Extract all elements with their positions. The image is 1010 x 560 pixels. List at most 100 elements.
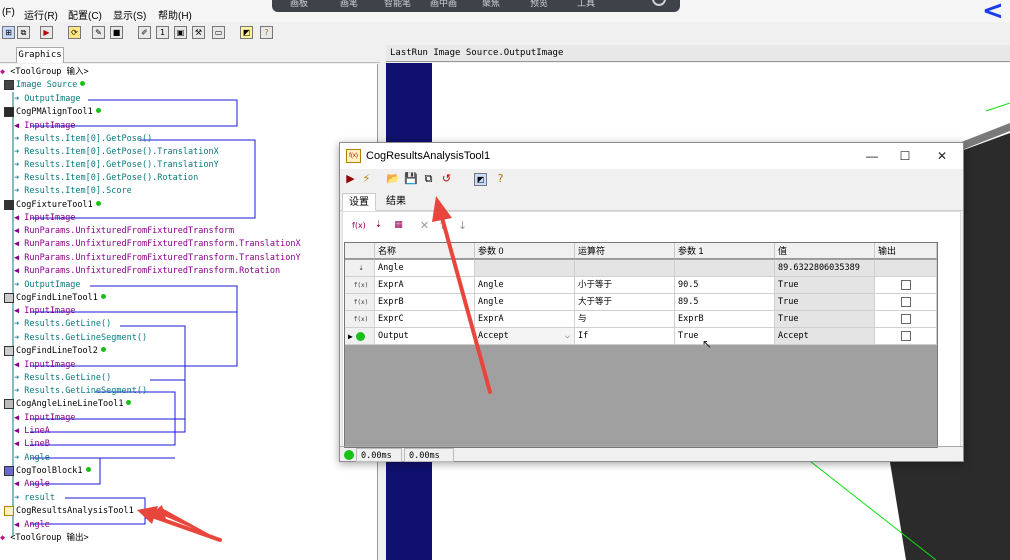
tree-terminal-out[interactable]: ➜ Angle xyxy=(14,452,50,465)
tree-findline2[interactable]: CogFindLineTool2 xyxy=(4,345,106,358)
save-icon[interactable]: 💾 xyxy=(404,173,418,186)
tree-terminal-in[interactable]: ◀ InputImage xyxy=(14,412,75,425)
help-icon[interactable]: ? xyxy=(260,26,273,39)
output-checkbox[interactable] xyxy=(901,314,911,324)
add-input-icon[interactable]: f(x) xyxy=(352,220,366,233)
move-up-icon[interactable]: ↑ xyxy=(436,220,449,233)
tree-angleline[interactable]: CogAngleLineLineTool1 xyxy=(4,398,132,411)
graphics-icon[interactable]: ◩ xyxy=(240,26,253,39)
grid-cell-param0[interactable]: Angle xyxy=(475,294,575,311)
grid-cell-operator[interactable]: 小于等于 xyxy=(575,277,675,294)
grid-cell-name[interactable]: ExprC xyxy=(375,311,475,328)
tree-root-input[interactable]: ◆ <ToolGroup 输入> xyxy=(0,66,89,79)
display-icon[interactable]: ▭ xyxy=(212,26,225,39)
record-icon[interactable] xyxy=(652,0,666,6)
add-expression-icon[interactable]: ⇣ xyxy=(372,220,385,233)
tree-terminal-out[interactable]: ➜ OutputImage xyxy=(14,279,81,292)
delete-icon[interactable]: ✕ xyxy=(418,220,431,233)
float-item[interactable]: 智能笔 xyxy=(384,0,411,9)
terminals-icon[interactable]: ⧉ xyxy=(422,173,435,186)
reset-icon[interactable]: ↺ xyxy=(440,173,453,186)
tree-terminal-in[interactable]: ◀ Angle xyxy=(14,519,50,532)
tree-findline1[interactable]: CogFindLineTool1 xyxy=(4,292,106,305)
tree-results-analysis[interactable]: CogResultsAnalysisTool1 xyxy=(4,505,134,518)
tree-terminal-out[interactable]: ➜ OutputImage xyxy=(14,93,81,106)
minimize-button[interactable]: — xyxy=(862,147,882,165)
grid-cell-name[interactable]: Angle xyxy=(375,260,475,277)
float-item[interactable]: 工具 xyxy=(577,0,595,9)
run-continuous-icon[interactable]: ⟳ xyxy=(68,26,81,39)
add-output-icon[interactable]: ▦ xyxy=(392,220,405,233)
float-item[interactable]: 画笔 xyxy=(340,0,358,9)
tree-terminal-in[interactable]: ◀ InputImage xyxy=(14,212,75,225)
tab-settings[interactable]: 设置 xyxy=(342,193,376,211)
grid-cell-param1[interactable]: 89.5 xyxy=(675,294,775,311)
grid-cell-param0[interactable]: ExprA xyxy=(475,311,575,328)
image-icon[interactable]: ▣ xyxy=(174,26,187,39)
tree-terminal-out[interactable]: ➜ Results.Item[0].GetPose().Rotation xyxy=(14,172,198,185)
float-item[interactable]: 画中画 xyxy=(430,0,457,9)
tree-terminal-in[interactable]: ◀ RunParams.UnfixturedFromFixturedTransf… xyxy=(14,252,301,265)
grid-cell-param1[interactable]: 90.5 xyxy=(675,277,775,294)
tree-image-source[interactable]: Image Source xyxy=(4,79,86,92)
help-icon[interactable]: ? xyxy=(494,173,507,186)
menu-config[interactable]: 配置(C) xyxy=(68,7,102,22)
run-icon[interactable]: ▶ xyxy=(40,26,53,39)
tree-terminal-in[interactable]: ◀ RunParams.UnfixturedFromFixturedTransf… xyxy=(14,225,234,238)
tree-terminal-in[interactable]: ◀ InputImage xyxy=(14,120,75,133)
output-checkbox[interactable] xyxy=(901,331,911,341)
tree-terminal-out[interactable]: ➜ Results.Item[0].GetPose().TranslationX xyxy=(14,146,219,159)
tree-terminal-out[interactable]: ➜ Results.Item[0].Score xyxy=(14,185,132,198)
tree-terminal-out[interactable]: ➜ Results.GetLineSegment() xyxy=(14,332,147,345)
menu-run[interactable]: 运行(R) xyxy=(24,7,58,22)
tab-results[interactable]: 结果 xyxy=(380,193,412,211)
expression-row-icon[interactable]: f(x) xyxy=(345,294,375,311)
run-icon[interactable]: ▶ xyxy=(344,173,357,186)
back-arrow-icon[interactable]: < xyxy=(982,0,1010,24)
grid-cell-param1[interactable]: True xyxy=(675,328,775,345)
menu-display[interactable]: 显示(S) xyxy=(113,7,146,22)
float-item[interactable]: 聚焦 xyxy=(482,0,500,9)
grid-cell-param1[interactable]: ExprB xyxy=(675,311,775,328)
tree-terminal-out[interactable]: ➜ result xyxy=(14,492,55,505)
tree-terminal-out[interactable]: ➜ Results.GetLine() xyxy=(14,372,111,385)
grid-cell-operator[interactable]: 与 xyxy=(575,311,675,328)
grid-cell-name[interactable]: ExprA xyxy=(375,277,475,294)
tree-terminal-in[interactable]: ◀ InputImage xyxy=(14,305,75,318)
input-row-icon[interactable]: ⇣ xyxy=(345,260,375,277)
tree-terminal-in[interactable]: ◀ Angle xyxy=(14,478,50,491)
close-button[interactable]: ✕ xyxy=(932,147,952,165)
record-icon[interactable]: ■ xyxy=(110,26,123,39)
grid-cell-name[interactable]: ExprB xyxy=(375,294,475,311)
expression-row-icon[interactable]: f(x) xyxy=(345,277,375,294)
lightning-icon[interactable]: ⚡ xyxy=(360,173,373,186)
output-checkbox[interactable] xyxy=(901,280,911,290)
tree-terminal-in[interactable]: ◀ LineA xyxy=(14,425,50,438)
menu-file[interactable]: (F) xyxy=(2,7,15,18)
grid-cell-operator[interactable]: If xyxy=(575,328,675,345)
grid-cell-param0[interactable]: Angle xyxy=(475,277,575,294)
tree-terminal-in[interactable]: ◀ RunParams.UnfixturedFromFixturedTransf… xyxy=(14,265,280,278)
tree-pmalign[interactable]: CogPMAlignTool1 xyxy=(4,106,101,119)
expression-row-icon[interactable]: f(x) xyxy=(345,311,375,328)
tree-terminal-out[interactable]: ➜ Results.GetLine() xyxy=(14,318,111,331)
tree-icon[interactable]: ⧉ xyxy=(17,26,30,39)
chevron-down-icon[interactable]: ⌵ xyxy=(565,328,570,344)
maximize-button[interactable]: ☐ xyxy=(895,147,915,165)
output-row-icon[interactable]: ▶ xyxy=(345,328,375,345)
layout-icon[interactable]: ⊞ xyxy=(2,26,15,39)
menu-help[interactable]: 帮助(H) xyxy=(158,7,192,22)
tree-terminal-out[interactable]: ➜ Results.GetLineSegment() xyxy=(14,385,147,398)
tree-terminal-in[interactable]: ◀ InputImage xyxy=(14,359,75,372)
float-item[interactable]: 预览 xyxy=(530,0,548,9)
grid-cell-operator[interactable]: 大于等于 xyxy=(575,294,675,311)
tree-terminal-in[interactable]: ◀ RunParams.UnfixturedFromFixturedTransf… xyxy=(14,238,301,251)
tree-terminal-out[interactable]: ➜ Results.Item[0].GetPose() xyxy=(14,133,152,146)
graphics-icon[interactable]: ◩ xyxy=(474,173,487,186)
move-down-icon[interactable]: ↓ xyxy=(456,220,469,233)
tree-terminal-in[interactable]: ◀ LineB xyxy=(14,438,50,451)
pen-icon[interactable]: ✎ xyxy=(92,26,105,39)
edit-icon[interactable]: ✐ xyxy=(138,26,151,39)
grid-cell-param0[interactable]: Accept ⌵ xyxy=(475,328,575,345)
tools-icon[interactable]: ⚒ xyxy=(192,26,205,39)
